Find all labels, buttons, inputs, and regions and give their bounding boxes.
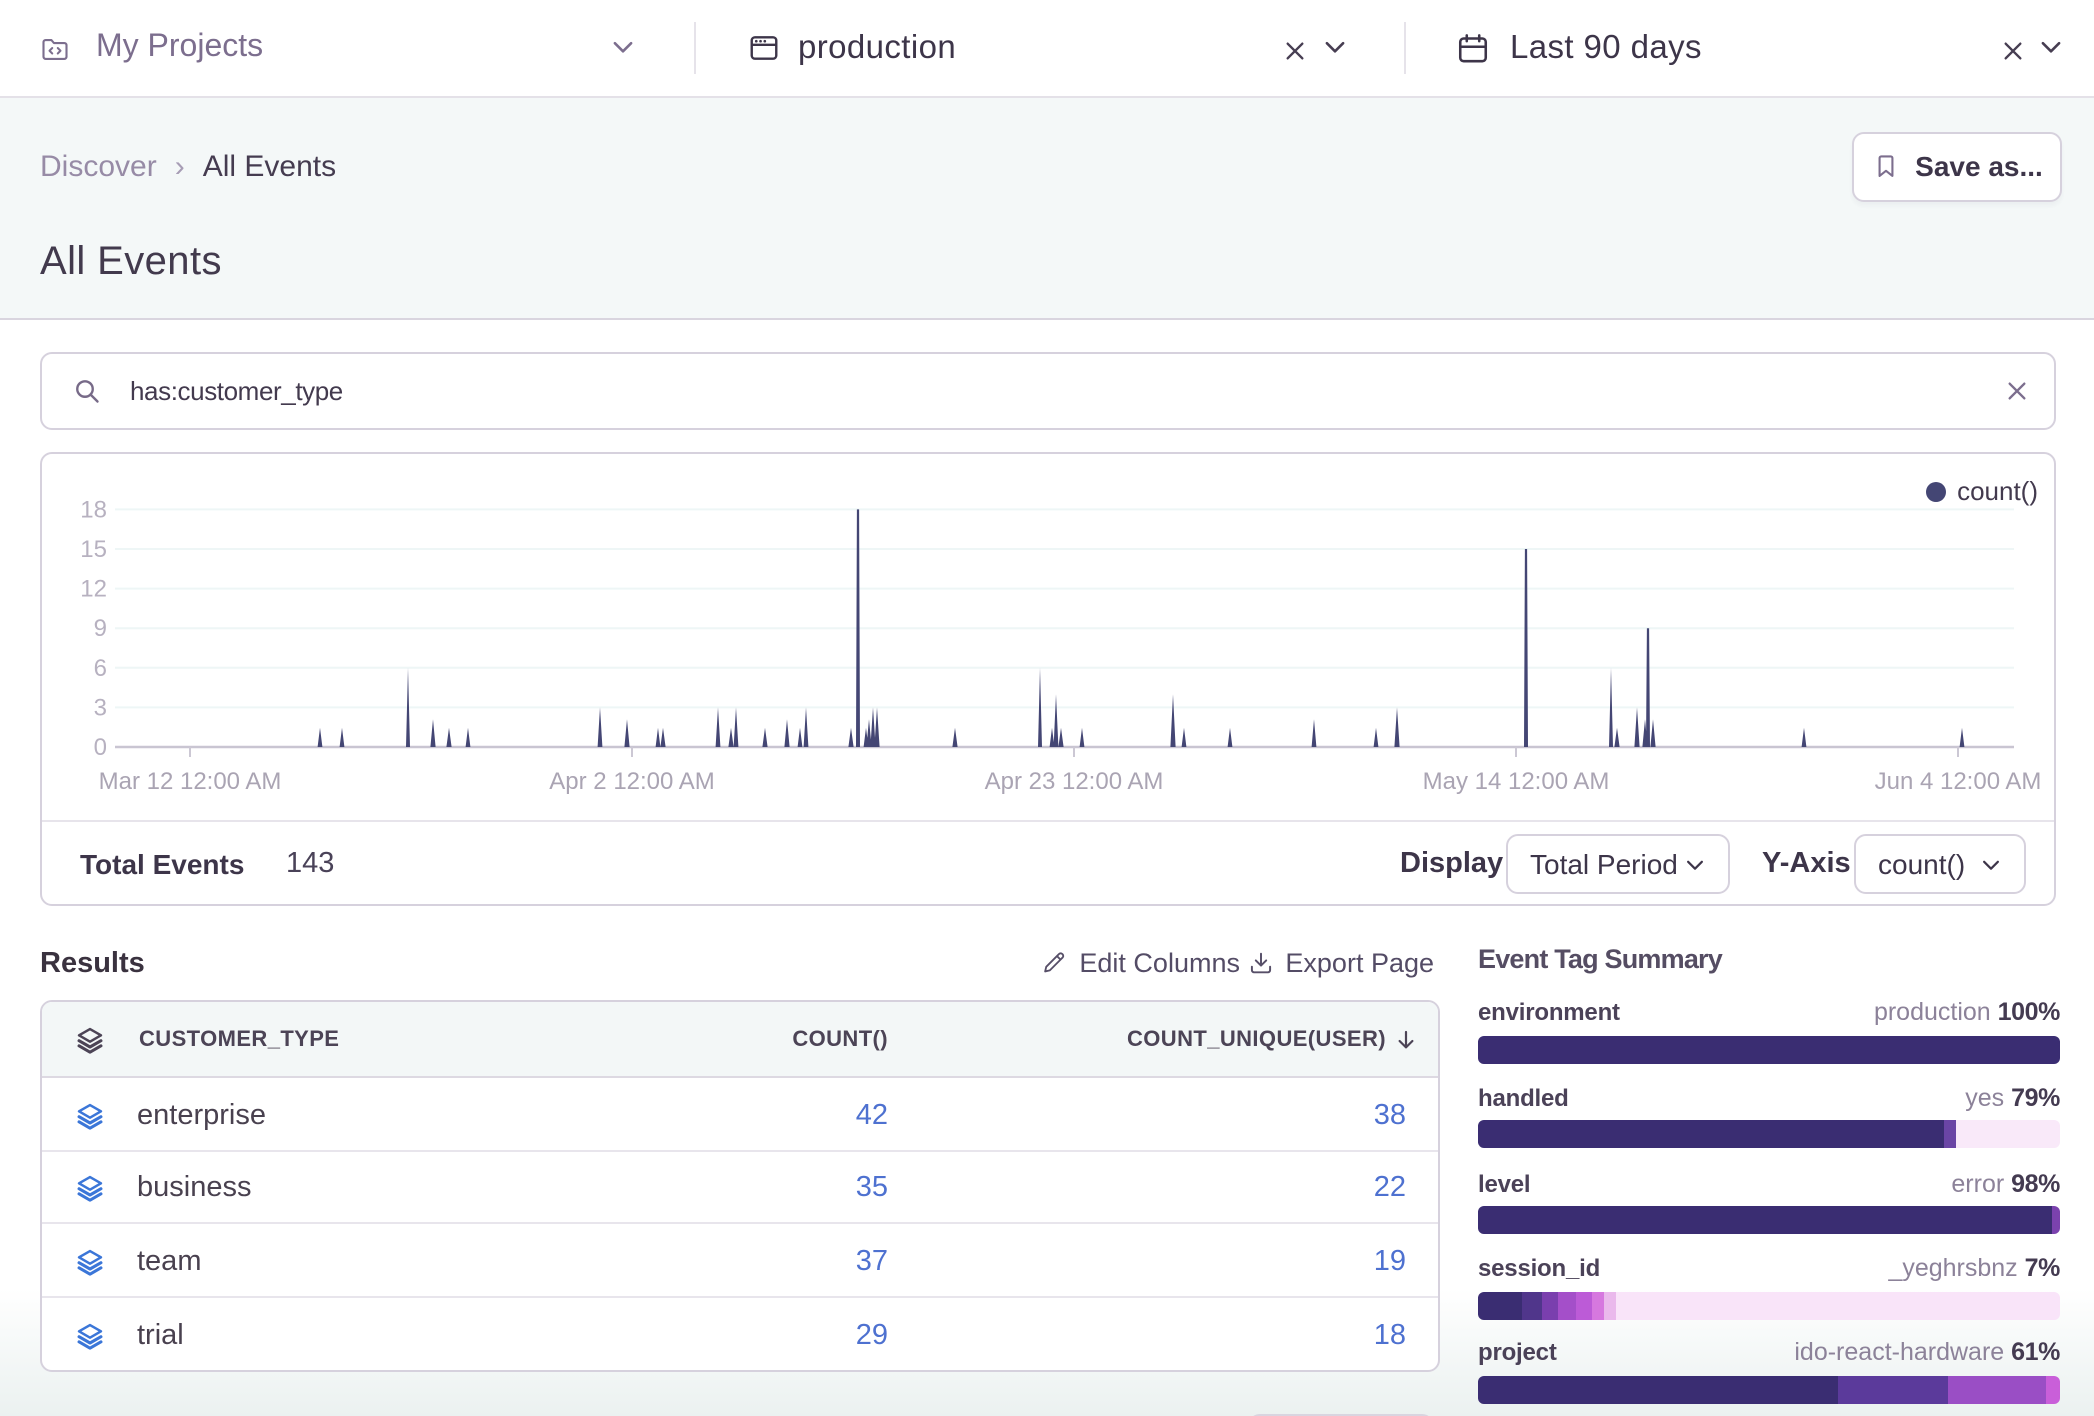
svg-text:Mar 12 12:00 AM: Mar 12 12:00 AM: [99, 768, 282, 795]
svg-text:May 14 12:00 AM: May 14 12:00 AM: [1423, 768, 1610, 795]
svg-text:6: 6: [94, 655, 107, 682]
svg-text:18: 18: [80, 496, 107, 523]
svg-text:Apr 23 12:00 AM: Apr 23 12:00 AM: [985, 768, 1164, 795]
svg-text:Apr 2 12:00 AM: Apr 2 12:00 AM: [549, 768, 714, 795]
svg-text:0: 0: [94, 734, 107, 761]
svg-text:15: 15: [80, 536, 107, 563]
svg-text:12: 12: [80, 576, 107, 603]
svg-text:Jun 4 12:00 AM: Jun 4 12:00 AM: [1875, 768, 2042, 795]
svg-text:9: 9: [94, 615, 107, 642]
svg-text:3: 3: [94, 694, 107, 721]
